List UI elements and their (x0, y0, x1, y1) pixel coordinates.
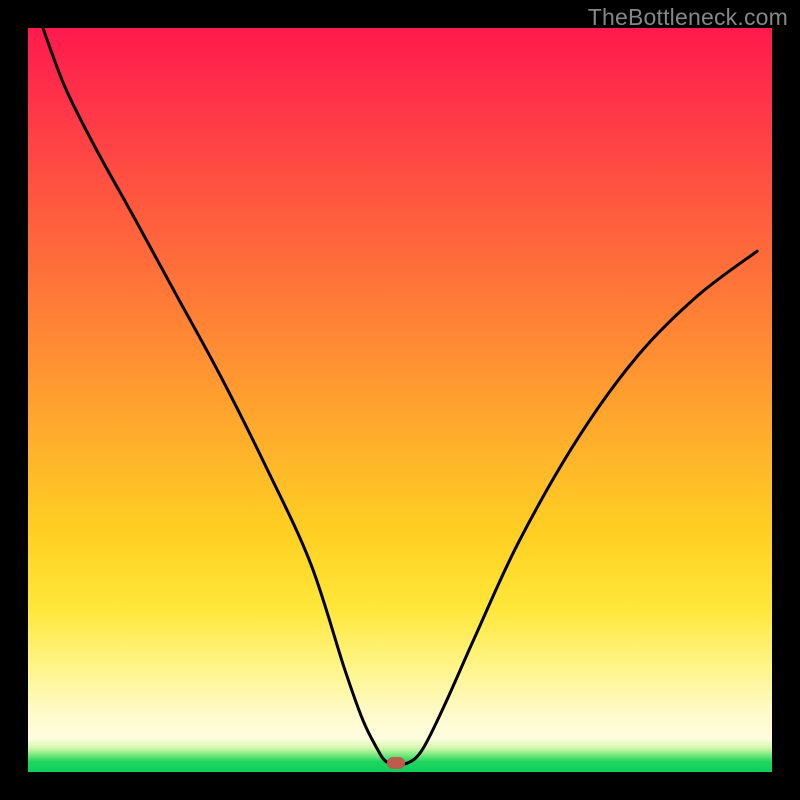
chart-frame: TheBottleneck.com (0, 0, 800, 800)
minimum-marker (387, 757, 405, 769)
watermark-text: TheBottleneck.com (588, 4, 788, 31)
bottleneck-curve (28, 28, 772, 772)
plot-area (28, 28, 772, 772)
